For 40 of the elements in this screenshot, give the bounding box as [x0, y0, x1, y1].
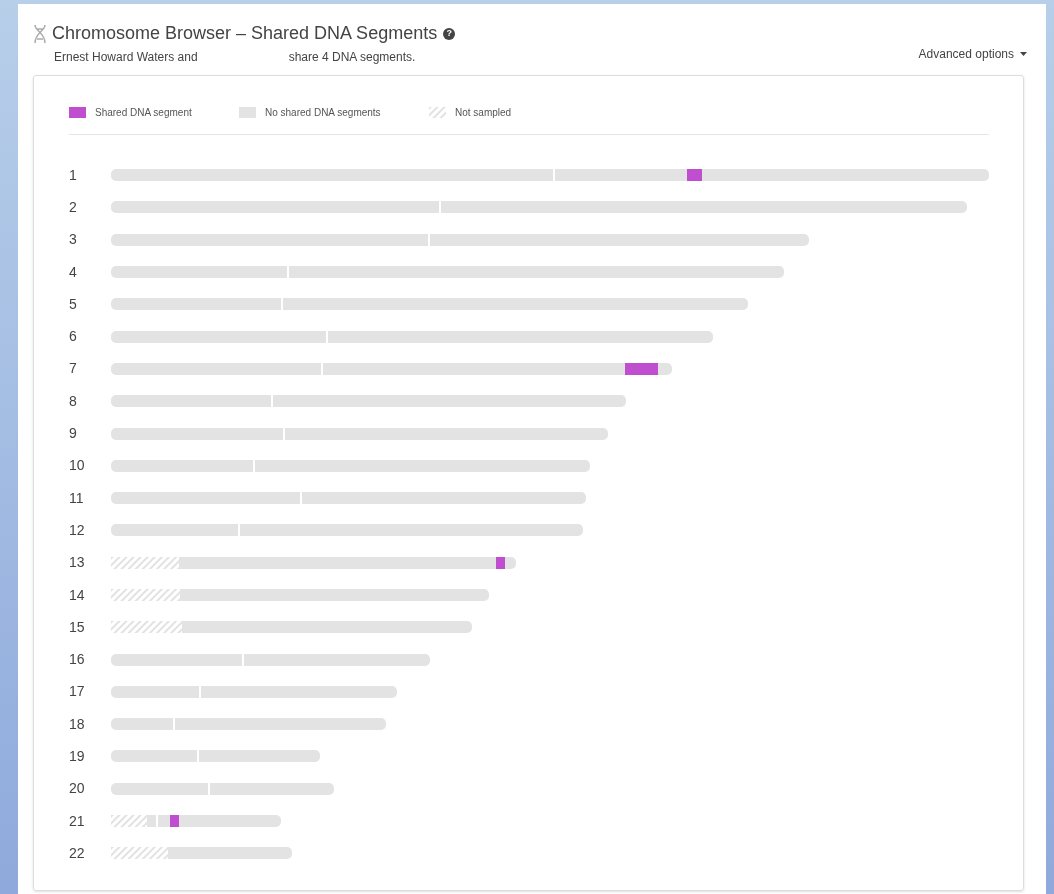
- not-sampled-swatch: [429, 106, 446, 118]
- chromosome-number: 22: [69, 843, 86, 863]
- chromosome-number: 5: [69, 294, 78, 314]
- chromosome-number: 1: [69, 165, 78, 185]
- not-sampled-region: [111, 621, 182, 634]
- chromosome-number: 10: [69, 456, 86, 476]
- chromosome-number: 2: [69, 197, 78, 217]
- chromosome-number: 20: [69, 779, 86, 799]
- subtitle-summary: share 4 DNA segments.: [288, 49, 416, 66]
- chromosome-number: 13: [69, 553, 86, 573]
- chromosome-number: 17: [69, 682, 86, 702]
- chromosome-number: 3: [69, 230, 78, 250]
- not-sampled-region: [111, 815, 147, 828]
- chromosome-number: 16: [69, 650, 86, 670]
- not-sampled-region: [111, 556, 179, 569]
- legend-label: Shared DNA segment: [95, 105, 192, 120]
- chromosome-number: 9: [69, 424, 78, 443]
- chromosome-number: 21: [69, 811, 86, 831]
- chromosome-number: 11: [69, 488, 85, 508]
- not-sampled-region: [111, 589, 180, 601]
- advanced-options-dropdown[interactable]: Advanced options: [918, 45, 1027, 63]
- chromosome-number: 18: [69, 714, 86, 734]
- not-sampled-region: [111, 847, 168, 860]
- chromosome-number: 12: [69, 520, 86, 540]
- chromosome-number: 6: [69, 327, 78, 347]
- chromosome-number: 14: [69, 585, 86, 605]
- chromosome-number: 7: [69, 359, 78, 379]
- chromosome-number: 4: [69, 262, 78, 282]
- chromosome-number: 8: [69, 391, 78, 411]
- subtitle-names: Ernest Howard Waters and: [54, 49, 198, 66]
- legend-label: Not sampled: [455, 105, 512, 120]
- page-title: Chromosome Browser – Shared DNA Segments: [52, 22, 438, 45]
- caret-icon: [1020, 52, 1027, 56]
- no-shared-swatch: [239, 106, 256, 118]
- legend-label: No shared DNA segments: [265, 105, 381, 120]
- chromosome-number: 19: [69, 747, 86, 766]
- help-icon[interactable]: ?: [443, 27, 456, 40]
- shared-swatch: [69, 106, 86, 118]
- dna-icon: [32, 23, 48, 44]
- chromosome-number: 15: [69, 617, 86, 637]
